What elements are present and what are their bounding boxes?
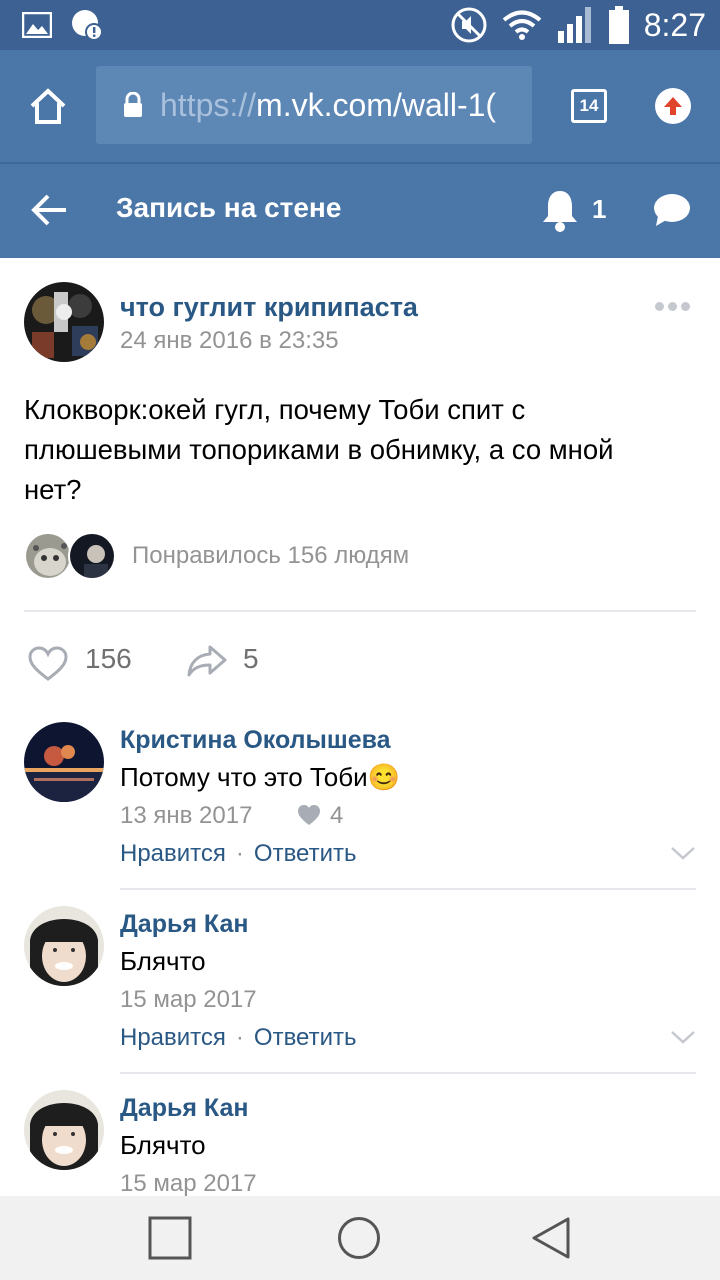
browser-toolbar: https://m.vk.com/wall-1( 14 <box>0 50 720 162</box>
back-arrow-icon <box>31 194 66 226</box>
url-text: https://m.vk.com/wall-1( <box>160 87 496 124</box>
heart-icon <box>28 646 68 681</box>
tabs-button[interactable]: 14 <box>571 89 607 123</box>
smile-emoji: 😊 <box>367 762 400 792</box>
recents-button[interactable] <box>148 1216 192 1265</box>
commenter-name[interactable]: Дарья Кан <box>120 1094 248 1123</box>
commenter-name[interactable]: Дарья Кан <box>120 910 248 939</box>
reply-link[interactable]: Ответить <box>254 1024 357 1051</box>
comment-like-link[interactable]: Нравится <box>120 1024 226 1051</box>
app-header: Запись на стене 1 <box>0 164 720 258</box>
post-author[interactable]: что гуглит крипипаста <box>120 292 418 323</box>
clock: 8:27 <box>643 6 706 43</box>
comment-text: Потому что это Тоби😊 <box>120 762 400 793</box>
square-icon <box>148 1216 192 1260</box>
back-button[interactable] <box>30 192 68 233</box>
post-separator <box>24 610 696 612</box>
battery-icon <box>608 6 629 44</box>
notifications-button[interactable] <box>540 188 580 237</box>
url-scheme: https:// <box>160 86 257 123</box>
back-nav-button[interactable] <box>530 1216 572 1265</box>
author-avatar[interactable] <box>24 282 104 362</box>
url-host: m.vk.com/wall-1( <box>256 86 497 123</box>
address-bar[interactable]: https://m.vk.com/wall-1( <box>96 66 532 144</box>
commenter-avatar[interactable] <box>24 906 104 986</box>
post-text: Клокворк:окей гугл, почему Тоби спит с п… <box>24 390 704 510</box>
post-date[interactable]: 24 янв 2016 в 23:35 <box>120 327 339 355</box>
home-button[interactable] <box>28 86 68 131</box>
comment-actions: Нравится · Ответить <box>120 1024 357 1052</box>
notification-count: 1 <box>592 194 607 224</box>
triangle-back-icon <box>532 1217 570 1259</box>
chat-icon <box>654 194 690 226</box>
action-separator: · <box>235 840 244 867</box>
post-text-line: плюшевыми топориками в обнимку, а со мно… <box>24 434 614 465</box>
home-nav-button[interactable] <box>337 1216 381 1265</box>
comment-text: Блячто <box>120 946 206 976</box>
commenter-avatar[interactable] <box>24 1090 104 1170</box>
reply-link[interactable]: Ответить <box>254 840 357 867</box>
image-icon <box>22 12 52 38</box>
share-icon <box>187 645 227 677</box>
comment: Дарья Кан Блячто 15 мар 2017 Нравится · От… <box>0 906 720 1090</box>
post-text-line: Клокворк:окей гугл, почему Тоби спит с <box>24 394 526 425</box>
lock-icon <box>124 92 142 117</box>
post-text-line: нет? <box>24 474 82 505</box>
share-button[interactable] <box>186 644 228 683</box>
chevron-down-icon[interactable] <box>670 1030 696 1049</box>
signal-icon <box>557 7 591 43</box>
circle-icon <box>338 1217 380 1259</box>
share-count[interactable]: 5 <box>243 643 259 675</box>
status-bar: 8:27 <box>0 0 720 50</box>
system-nav-bar <box>0 1196 720 1280</box>
bell-icon <box>543 191 577 232</box>
comment-like-count: 4 <box>330 802 344 829</box>
update-button[interactable] <box>655 88 691 124</box>
wifi-icon <box>502 10 541 40</box>
chevron-down-icon[interactable] <box>670 846 696 865</box>
liker-avatar[interactable] <box>68 532 116 580</box>
comment-text-body: Потому что это Тоби <box>120 762 368 792</box>
commenter-avatar[interactable] <box>24 722 104 802</box>
alert-icon <box>72 10 103 41</box>
comment-date[interactable]: 13 янв 2017 <box>120 802 252 830</box>
messages-button[interactable] <box>652 192 692 233</box>
comment-like-link[interactable]: Нравится <box>120 840 226 867</box>
home-icon <box>30 88 66 124</box>
comment-text: Блячто <box>120 1130 206 1160</box>
action-separator: · <box>235 1024 244 1051</box>
liker-avatar[interactable] <box>24 532 72 580</box>
comment-date[interactable]: 15 мар 2017 <box>120 1170 257 1198</box>
comment-actions: Нравится · Ответить <box>120 840 357 868</box>
more-options-icon[interactable] <box>655 302 690 311</box>
tab-count: 14 <box>579 96 599 115</box>
page-title: Запись на стене <box>116 192 342 223</box>
likers-summary[interactable]: Понравилось 156 людям <box>132 542 409 570</box>
comment: Кристина Околышева Потому что это Тоби😊 … <box>0 722 720 906</box>
commenter-name[interactable]: Кристина Околышева <box>120 726 391 755</box>
like-button[interactable] <box>28 646 68 687</box>
comment-date[interactable]: 15 мар 2017 <box>120 986 257 1014</box>
comment-separator <box>120 888 696 890</box>
update-icon <box>664 97 682 115</box>
like-count[interactable]: 156 <box>85 643 132 675</box>
mute-icon <box>451 7 487 43</box>
comment-heart-icon <box>297 804 321 831</box>
comment-separator <box>120 1072 696 1074</box>
